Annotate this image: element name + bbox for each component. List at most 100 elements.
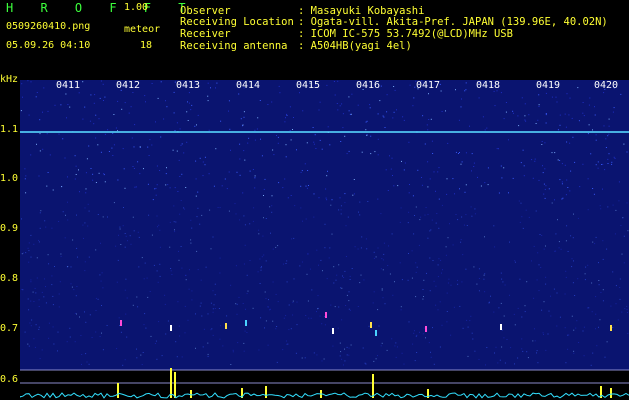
noise-speck xyxy=(349,309,351,311)
noise-speck xyxy=(74,178,76,180)
noise-speck xyxy=(620,225,622,226)
noise-speck xyxy=(85,353,87,355)
noise-speck xyxy=(57,350,58,352)
noise-speck xyxy=(595,134,597,136)
noise-speck xyxy=(220,325,222,327)
noise-speck xyxy=(328,257,330,259)
noise-speck xyxy=(411,277,413,279)
noise-speck xyxy=(556,101,558,103)
noise-speck xyxy=(158,224,160,226)
noise-speck xyxy=(375,256,377,258)
noise-speck xyxy=(514,261,516,263)
noise-speck xyxy=(79,191,80,193)
noise-speck xyxy=(478,97,480,99)
noise-speck xyxy=(45,226,47,228)
noise-speck xyxy=(539,234,541,235)
noise-speck xyxy=(156,358,158,360)
noise-speck xyxy=(285,263,287,264)
y-tick-label: 0.7 xyxy=(0,323,19,334)
noise-speck xyxy=(186,111,188,113)
noise-speck xyxy=(324,223,326,225)
noise-speck xyxy=(34,346,36,348)
noise-speck xyxy=(102,287,104,289)
noise-speck xyxy=(39,227,41,229)
noise-speck xyxy=(216,82,218,84)
noise-speck xyxy=(531,260,532,262)
noise-speck xyxy=(119,325,121,326)
noise-speck xyxy=(483,278,485,280)
noise-speck xyxy=(21,288,23,290)
noise-speck xyxy=(75,165,77,167)
noise-speck xyxy=(236,171,238,173)
noise-speck xyxy=(587,178,589,180)
noise-speck xyxy=(179,335,181,337)
noise-speck xyxy=(188,92,190,94)
noise-speck xyxy=(370,135,372,137)
noise-speck xyxy=(76,247,78,249)
noise-speck xyxy=(299,265,301,267)
noise-speck xyxy=(271,205,273,207)
noise-speck xyxy=(292,302,294,304)
noise-speck xyxy=(98,172,100,174)
noise-speck xyxy=(208,173,210,175)
noise-speck xyxy=(80,335,82,336)
noise-speck xyxy=(178,159,180,161)
noise-speck xyxy=(614,233,616,235)
file-name: 0509260410.png xyxy=(6,21,91,32)
noise-speck xyxy=(217,207,219,208)
noise-speck xyxy=(82,118,84,120)
noise-speck xyxy=(595,328,596,330)
noise-speck xyxy=(292,314,294,316)
noise-speck xyxy=(423,327,425,329)
noise-speck xyxy=(107,129,109,131)
x-tick-label: 0415 xyxy=(296,80,321,91)
noise-speck xyxy=(184,208,186,210)
noise-speck xyxy=(484,129,486,131)
noise-speck xyxy=(99,97,101,99)
noise-speck xyxy=(559,114,561,116)
noise-speck xyxy=(435,285,437,287)
noise-speck xyxy=(136,348,137,350)
noise-speck xyxy=(365,121,367,123)
noise-speck xyxy=(470,315,472,317)
noise-speck xyxy=(214,308,216,309)
noise-speck xyxy=(611,161,613,163)
noise-speck xyxy=(313,141,315,143)
noise-speck xyxy=(102,83,104,85)
noise-speck xyxy=(95,114,97,116)
noise-speck xyxy=(28,250,30,252)
noise-speck xyxy=(147,296,149,298)
spectrogram-background xyxy=(20,80,629,370)
noise-speck xyxy=(84,311,85,313)
noise-speck xyxy=(595,313,597,315)
noise-speck xyxy=(611,163,613,165)
noise-speck xyxy=(540,267,542,268)
noise-speck xyxy=(556,292,558,294)
noise-speck xyxy=(605,138,607,140)
noise-speck xyxy=(286,260,288,262)
noise-speck xyxy=(471,170,472,172)
noise-speck xyxy=(342,127,344,129)
noise-speck xyxy=(508,139,509,141)
noise-speck xyxy=(124,246,126,248)
noise-speck xyxy=(201,214,203,216)
noise-speck xyxy=(139,173,141,175)
noise-speck xyxy=(269,206,271,208)
noise-speck xyxy=(242,303,244,304)
noise-speck xyxy=(584,273,586,275)
noise-speck xyxy=(62,211,64,213)
noise-speck xyxy=(88,363,90,365)
noise-speck xyxy=(230,284,232,286)
noise-speck xyxy=(90,94,92,96)
noise-speck xyxy=(366,248,368,250)
noise-speck xyxy=(30,300,32,302)
noise-speck xyxy=(59,281,61,283)
noise-speck xyxy=(48,263,50,265)
noise-speck xyxy=(359,214,361,216)
noise-speck xyxy=(348,354,350,356)
meteor-echo-mark xyxy=(325,312,327,318)
noise-speck xyxy=(357,306,359,307)
noise-speck xyxy=(585,266,587,268)
noise-speck xyxy=(532,340,534,342)
noise-speck xyxy=(336,103,338,104)
